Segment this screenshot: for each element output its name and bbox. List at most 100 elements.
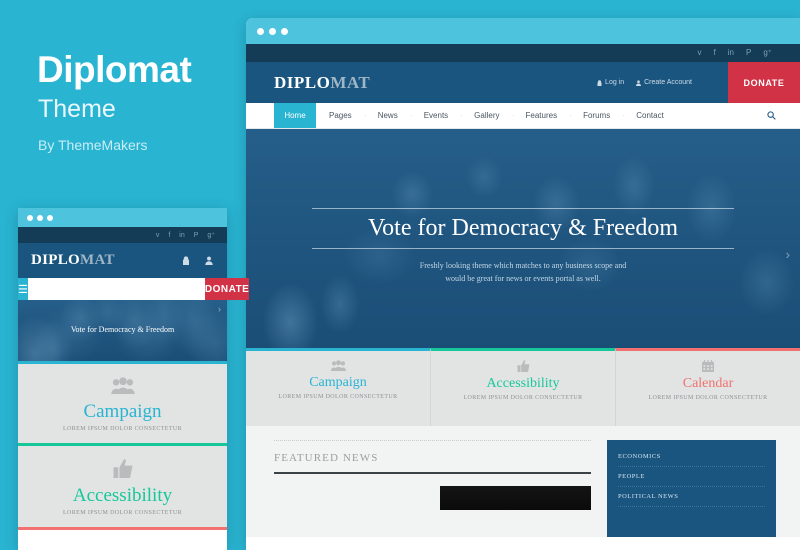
mobile-feature-box-accessibility[interactable]: Accessibility LOREM IPSUM DOLOR CONSECTE… xyxy=(18,446,227,530)
site-topbar: ᴠ f in P g⁺ xyxy=(246,44,800,62)
mobile-donate-button[interactable]: DONATE xyxy=(204,278,250,300)
divider xyxy=(274,440,591,441)
mobile-topbar: ᴠ f in P g⁺ xyxy=(18,227,227,243)
mobile-feature-box-campaign[interactable]: Campaign LOREM IPSUM DOLOR CONSECTETUR xyxy=(18,364,227,446)
category-item-people[interactable]: PEOPLE xyxy=(618,467,765,487)
desktop-browser-window: ᴠ f in P g⁺ DIPLOMAT Log in Create Accou… xyxy=(246,18,800,550)
news-thumb-building[interactable] xyxy=(274,486,426,510)
nav-items: Pages News Events Gallery Features Forum… xyxy=(316,103,677,128)
featured-news-heading: FEATURED NEWS xyxy=(274,452,379,464)
mobile-site-logo[interactable]: DIPLOMAT xyxy=(31,252,115,269)
nav-item-gallery[interactable]: Gallery xyxy=(461,111,512,120)
mobile-logo-primary: DIPLO xyxy=(31,252,81,268)
nav-item-contact[interactable]: Contact xyxy=(623,111,677,120)
mobile-feature-subtitle: LOREM IPSUM DOLOR CONSECTETUR xyxy=(62,426,183,432)
hero-subtitle-line1: Freshly looking theme which matches to a… xyxy=(419,261,627,271)
twitter-icon[interactable]: ᴠ xyxy=(698,49,702,57)
nav-item-home[interactable]: Home xyxy=(274,103,316,128)
window-titlebar xyxy=(246,18,800,44)
user-icon[interactable] xyxy=(205,256,213,265)
window-close-dot[interactable] xyxy=(27,214,33,221)
facebook-icon[interactable]: f xyxy=(714,49,716,57)
calendar-icon xyxy=(616,360,800,374)
login-link[interactable]: Log in xyxy=(597,79,624,86)
mobile-feature-subtitle: LOREM IPSUM DOLOR CONSECTETUR xyxy=(62,510,183,516)
mobile-header: DIPLOMAT xyxy=(18,243,227,278)
feature-title: Calendar xyxy=(682,376,734,391)
nav-item-news[interactable]: News xyxy=(364,111,411,120)
site-header: DIPLOMAT Log in Create Account DONATE xyxy=(246,62,800,103)
hamburger-menu-icon[interactable]: ☰ xyxy=(18,278,28,300)
lock-icon[interactable] xyxy=(182,256,190,265)
chevron-right-icon[interactable]: › xyxy=(786,247,790,262)
thumbs-up-icon xyxy=(18,459,227,481)
mobile-browser-window: ᴠ f in P g⁺ DIPLOMAT ☰ DONATE Vote for D… xyxy=(18,208,250,550)
featured-news-section: FEATURED NEWS xyxy=(274,440,591,537)
users-icon xyxy=(18,377,227,397)
nav-item-features[interactable]: Features xyxy=(512,111,571,120)
mobile-feature-title: Campaign xyxy=(83,401,162,422)
hero-subtitle-line2: would be great for news or events portal… xyxy=(445,273,601,283)
nav-item-events[interactable]: Events xyxy=(410,111,461,120)
donate-button[interactable]: DONATE xyxy=(728,62,800,103)
mobile-logo-secondary: MAT xyxy=(80,252,115,268)
feature-subtitle: LOREM IPSUM DOLOR CONSECTETUR xyxy=(463,395,583,401)
main-navigation: Home Pages News Events Gallery Features … xyxy=(246,103,800,129)
feature-box-calendar[interactable]: Calendar LOREM IPSUM DOLOR CONSECTETUR xyxy=(615,348,800,426)
mobile-search-input[interactable] xyxy=(27,278,205,300)
feature-title: Campaign xyxy=(309,375,367,390)
mobile-header-icons xyxy=(182,256,213,265)
mobile-hero-slider: Vote for Democracy & Freedom › xyxy=(18,300,227,364)
heading-rule xyxy=(274,472,591,474)
googleplus-icon[interactable]: g⁺ xyxy=(207,232,215,239)
googleplus-icon[interactable]: g⁺ xyxy=(763,49,772,57)
hero-subtitle: Freshly looking theme which matches to a… xyxy=(246,260,800,285)
hero-title: Vote for Democracy & Freedom xyxy=(311,208,735,250)
category-item-economics[interactable]: ECONOMICS xyxy=(618,447,765,467)
window-maximize-dot[interactable] xyxy=(281,27,288,35)
lock-icon xyxy=(597,79,602,86)
window-minimize-dot[interactable] xyxy=(269,27,276,35)
chevron-right-icon[interactable]: › xyxy=(218,304,221,314)
logo-primary: DIPLO xyxy=(274,72,331,92)
mobile-feature-title: Accessibility xyxy=(72,485,173,506)
feature-box-campaign[interactable]: Campaign LOREM IPSUM DOLOR CONSECTETUR xyxy=(246,348,430,426)
category-sidebar: ECONOMICS PEOPLE POLITICAL NEWS xyxy=(607,440,776,537)
search-icon[interactable] xyxy=(767,103,776,128)
pinterest-icon[interactable]: P xyxy=(194,232,199,239)
facebook-icon[interactable]: f xyxy=(168,232,170,239)
twitter-icon[interactable]: ᴠ xyxy=(156,232,160,239)
pinterest-icon[interactable]: P xyxy=(746,49,751,57)
linkedin-icon[interactable]: in xyxy=(728,49,734,57)
thumbs-up-icon xyxy=(431,360,615,374)
mobile-window-titlebar xyxy=(18,208,227,227)
mobile-hero-title: Vote for Democracy & Freedom xyxy=(70,325,175,334)
linkedin-icon[interactable]: in xyxy=(179,232,184,239)
promo-subtitle: Theme xyxy=(38,95,116,123)
page-title: Diplomat xyxy=(37,49,192,90)
account-links: Log in Create Account xyxy=(597,62,692,103)
users-icon xyxy=(246,360,430,373)
feature-title: Accessibility xyxy=(486,376,560,391)
news-thumbnails xyxy=(274,486,591,510)
user-icon xyxy=(636,79,642,86)
feature-boxes: Campaign LOREM IPSUM DOLOR CONSECTETUR A… xyxy=(246,348,800,426)
create-account-link[interactable]: Create Account xyxy=(636,79,692,86)
hero-text-block: Vote for Democracy & Freedom Freshly loo… xyxy=(246,208,800,285)
login-label: Log in xyxy=(605,79,625,86)
promo-byline: By ThemeMakers xyxy=(38,137,148,153)
mobile-search-bar: ☰ DONATE xyxy=(18,278,250,300)
nav-item-pages[interactable]: Pages xyxy=(316,111,365,120)
window-minimize-dot[interactable] xyxy=(37,214,43,221)
window-maximize-dot[interactable] xyxy=(47,214,53,221)
nav-item-forums[interactable]: Forums xyxy=(570,111,623,120)
lower-content: FEATURED NEWS ECONOMICS PEOPLE POLITICAL… xyxy=(246,426,800,537)
window-close-dot[interactable] xyxy=(257,27,264,35)
site-logo[interactable]: DIPLOMAT xyxy=(274,73,370,93)
create-account-label: Create Account xyxy=(644,79,692,86)
feature-subtitle: LOREM IPSUM DOLOR CONSECTETUR xyxy=(278,394,398,400)
news-thumb-dark[interactable] xyxy=(439,486,591,510)
hero-slider: Vote for Democracy & Freedom Freshly loo… xyxy=(246,129,800,348)
feature-box-accessibility[interactable]: Accessibility LOREM IPSUM DOLOR CONSECTE… xyxy=(430,348,615,426)
category-item-political-news[interactable]: POLITICAL NEWS xyxy=(618,487,765,507)
